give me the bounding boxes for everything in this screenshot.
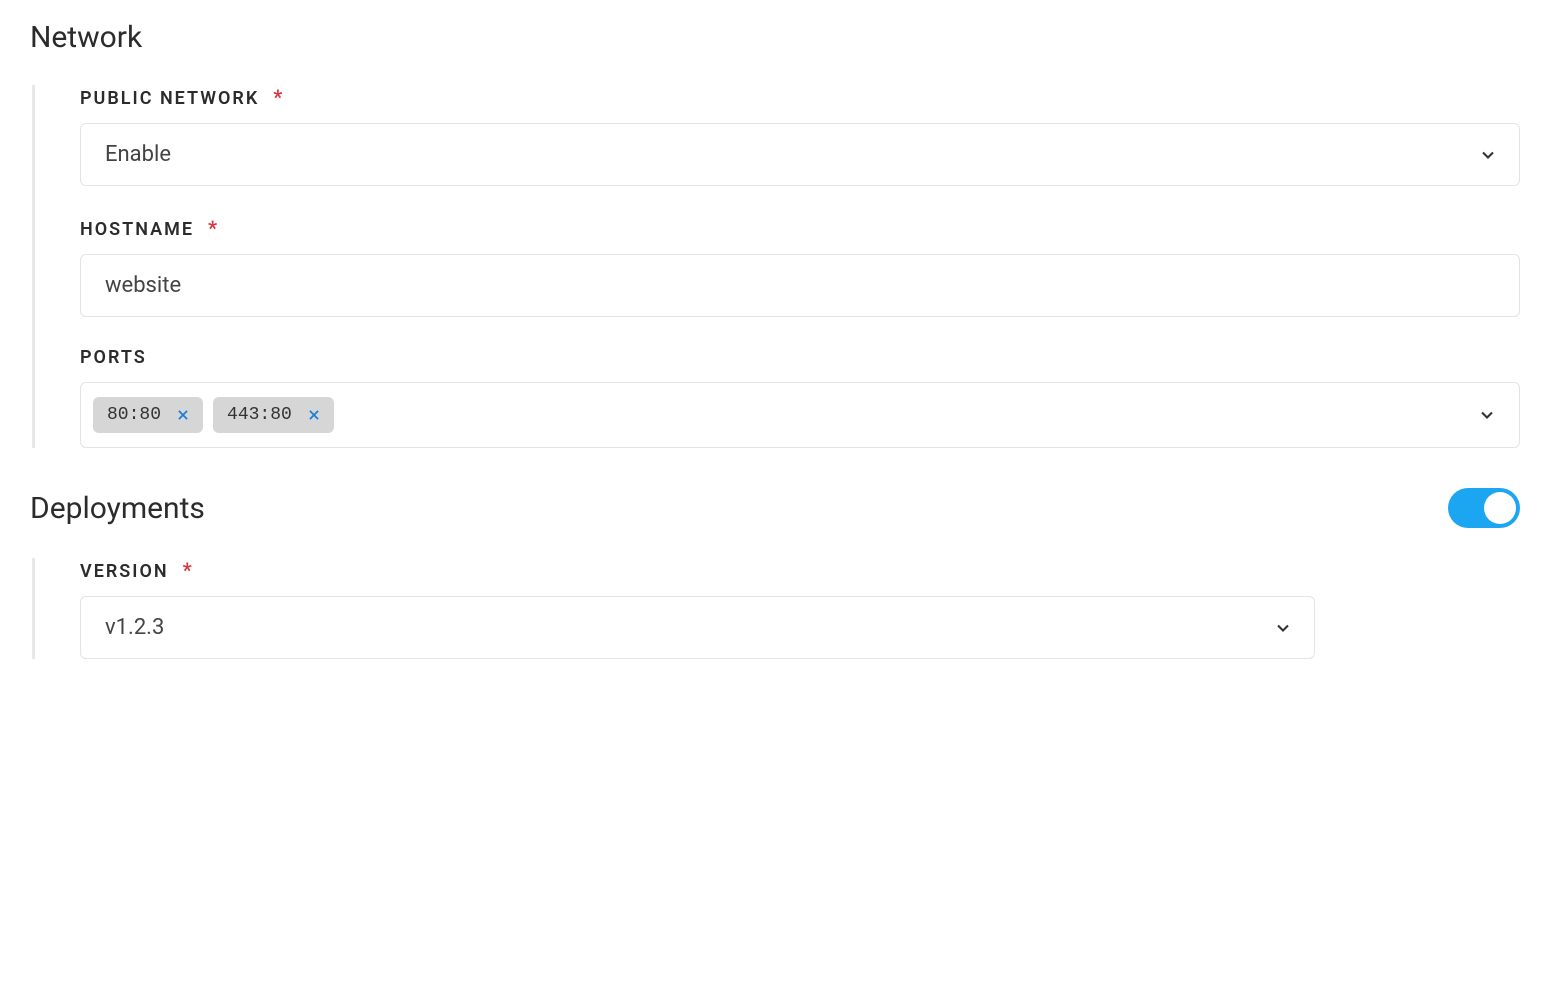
deployments-section: Deployments VERSION * xyxy=(30,488,1520,659)
public-network-field: PUBLIC NETWORK * xyxy=(80,85,1520,186)
hostname-label-row: HOSTNAME * xyxy=(80,216,1520,254)
deployments-body: VERSION * xyxy=(32,558,1520,659)
hostname-label: HOSTNAME xyxy=(80,219,194,240)
hostname-field: HOSTNAME * xyxy=(80,216,1520,317)
required-indicator: * xyxy=(273,85,282,109)
network-section: Network PUBLIC NETWORK * HOSTNAME * xyxy=(30,20,1520,448)
ports-field: PORTS 80:80 443:80 xyxy=(80,347,1520,448)
public-network-label-row: PUBLIC NETWORK * xyxy=(80,85,1520,123)
network-title: Network xyxy=(30,20,142,55)
chevron-down-icon xyxy=(1475,403,1499,427)
public-network-select[interactable] xyxy=(80,123,1520,186)
deployments-toggle[interactable] xyxy=(1448,488,1520,528)
ports-label: PORTS xyxy=(80,347,147,368)
version-select-wrap xyxy=(80,596,1315,659)
ports-label-row: PORTS xyxy=(80,347,1520,382)
network-header: Network xyxy=(30,20,1520,55)
deployments-header: Deployments xyxy=(30,488,1520,528)
version-label: VERSION xyxy=(80,561,169,582)
port-tag: 443:80 xyxy=(213,397,334,433)
public-network-label: PUBLIC NETWORK xyxy=(80,88,259,109)
port-tag: 80:80 xyxy=(93,397,203,433)
required-indicator: * xyxy=(208,216,217,240)
port-tag-label: 443:80 xyxy=(227,405,292,425)
port-tag-label: 80:80 xyxy=(107,405,161,425)
hostname-input[interactable] xyxy=(80,254,1520,317)
version-select[interactable] xyxy=(80,596,1315,659)
close-icon[interactable] xyxy=(173,405,193,425)
required-indicator: * xyxy=(183,558,192,582)
version-field: VERSION * xyxy=(80,558,1520,659)
ports-multiselect[interactable]: 80:80 443:80 xyxy=(80,382,1520,448)
deployments-title: Deployments xyxy=(30,491,205,526)
toggle-knob xyxy=(1484,492,1516,524)
public-network-select-wrap xyxy=(80,123,1520,186)
version-label-row: VERSION * xyxy=(80,558,1520,596)
network-body: PUBLIC NETWORK * HOSTNAME * PORTS xyxy=(32,85,1520,448)
close-icon[interactable] xyxy=(304,405,324,425)
